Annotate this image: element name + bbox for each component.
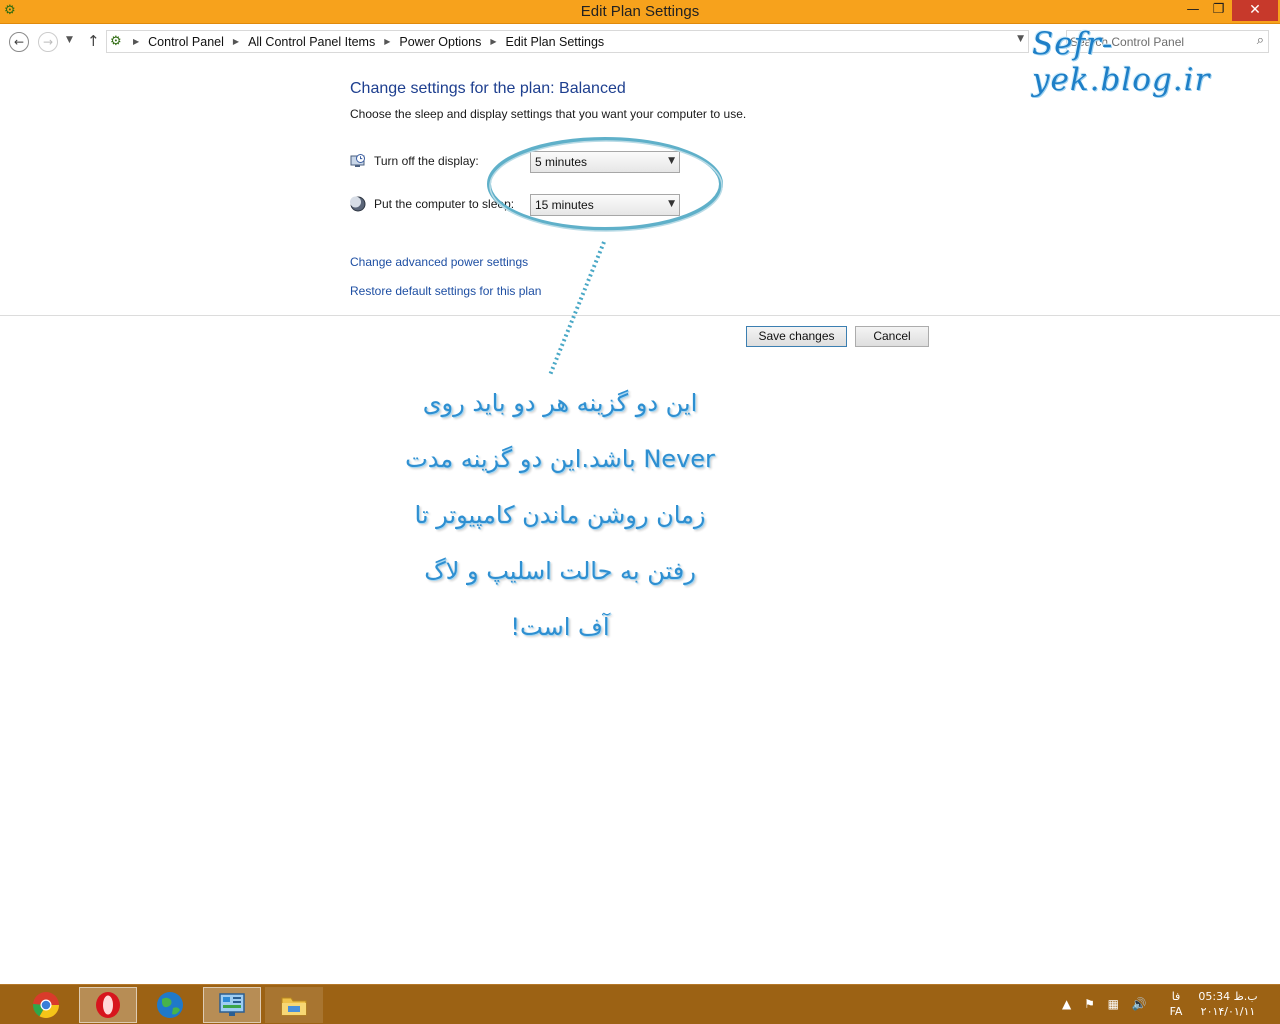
forward-button[interactable]: → <box>38 32 58 52</box>
save-changes-button[interactable]: Save changes <box>746 326 847 347</box>
annotation-line: این دو گزینه هر دو باید روی <box>422 389 698 417</box>
page-description: Choose the sleep and display settings th… <box>350 107 747 121</box>
language-code-label: FA <box>1169 1005 1183 1018</box>
breadcrumb-separator-icon[interactable]: ▶ <box>233 37 239 46</box>
breadcrumb[interactable]: ⚙ ▶ Control Panel ▶ All Control Panel It… <box>106 30 1029 53</box>
volume-icon[interactable]: 🔊 <box>1132 997 1147 1011</box>
annotation-text: این دو گزینه هر دو باید روی Never باشد.ا… <box>360 375 760 655</box>
recent-locations-icon[interactable]: ▼ <box>66 35 73 45</box>
breadcrumb-control-panel[interactable]: Control Panel <box>148 35 224 49</box>
clock[interactable]: ب.ظ 05:34 ۲۰۱۴/۰۱/۱۱ <box>1198 989 1258 1019</box>
taskbar-file-explorer[interactable] <box>265 987 323 1023</box>
network-icon[interactable]: ▦ <box>1108 997 1119 1011</box>
minimize-button[interactable]: — <box>1180 0 1206 21</box>
page-title: Change settings for the plan: Balanced <box>350 80 626 97</box>
breadcrumb-edit-plan[interactable]: Edit Plan Settings <box>506 35 605 49</box>
annotation-line: Never باشد.این دو گزینه مدت <box>405 445 715 473</box>
chevron-down-icon[interactable]: ▼ <box>1017 34 1024 44</box>
system-tray: ▲ ⚑ ▦ 🔊 <box>1062 997 1156 1011</box>
control-panel-icon: ⚙ <box>110 34 122 49</box>
highlight-ellipse <box>487 137 723 231</box>
chrome-icon <box>32 992 60 1019</box>
maximize-button[interactable]: ❐ <box>1206 0 1231 21</box>
clock-date: ۲۰۱۴/۰۱/۱۱ <box>1200 1005 1256 1018</box>
annotation-pointer <box>548 241 606 376</box>
highlight-ellipse-shadow <box>489 140 723 232</box>
file-explorer-icon <box>281 997 307 1016</box>
taskbar-globe[interactable] <box>141 987 199 1023</box>
show-hidden-icons-icon[interactable]: ▲ <box>1062 997 1071 1011</box>
display-setting-label: Turn off the display: <box>374 154 479 168</box>
breadcrumb-separator-icon[interactable]: ▶ <box>490 37 496 46</box>
opera-icon <box>96 992 120 1018</box>
annotation-line: آف است! <box>510 613 610 641</box>
taskbar-chrome[interactable] <box>17 987 75 1023</box>
breadcrumb-separator-icon[interactable]: ▶ <box>133 37 139 46</box>
up-button[interactable]: ↑ <box>87 32 100 50</box>
annotation-line: زمان روشن ماندن کامپیوتر تا <box>414 501 706 529</box>
breadcrumb-all-items[interactable]: All Control Panel Items <box>248 35 375 49</box>
monitor-clock-icon <box>350 154 365 167</box>
annotation-highlight <box>487 137 723 376</box>
blog-watermark: Sefr-yek.blog.ir <box>1032 26 1211 98</box>
language-short-label: فا <box>1171 990 1181 1003</box>
taskbar-opera[interactable] <box>79 987 137 1023</box>
action-center-flag-icon[interactable]: ⚑ <box>1084 997 1095 1011</box>
taskbar-control-panel[interactable] <box>203 987 261 1023</box>
moon-icon <box>350 196 366 212</box>
window-title: Edit Plan Settings <box>580 3 700 20</box>
close-button[interactable]: ✕ <box>1232 0 1278 21</box>
taskbar: ▲ ⚑ ▦ 🔊 فا FA ب.ظ 05:34 ۲۰۱۴/۰۱/۱۱ <box>0 984 1280 1024</box>
breadcrumb-power-options[interactable]: Power Options <box>399 35 481 49</box>
input-language-indicator[interactable]: فا FA <box>1164 989 1188 1019</box>
breadcrumb-separator-icon[interactable]: ▶ <box>384 37 390 46</box>
cancel-button[interactable]: Cancel <box>855 326 929 347</box>
control-panel-icon <box>219 993 245 1016</box>
annotation-line: رفتن به حالت اسلیپ و لاگ <box>424 557 696 585</box>
title-bar: ⚙ Edit Plan Settings — ❐ ✕ <box>0 0 1280 24</box>
clock-time: ب.ظ 05:34 <box>1198 990 1258 1003</box>
back-button[interactable]: ← <box>9 32 29 52</box>
globe-icon <box>157 992 183 1018</box>
